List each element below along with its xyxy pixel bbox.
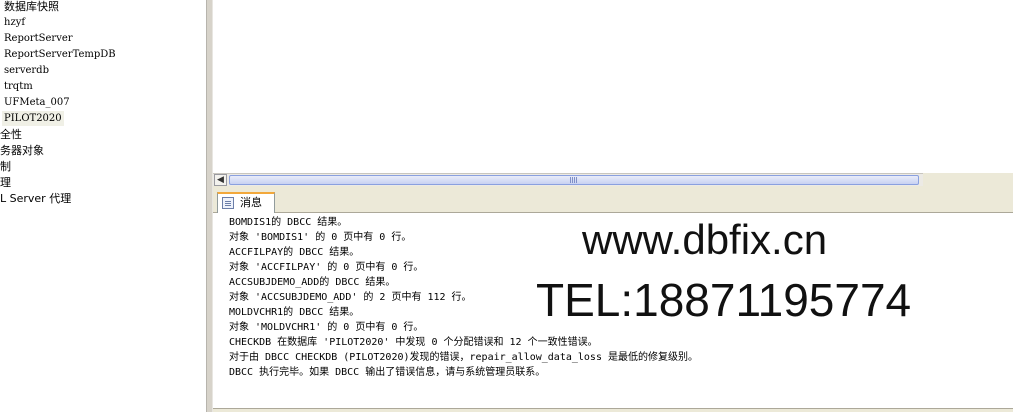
scrollbar-thumb[interactable] <box>229 175 919 185</box>
pane-splitter[interactable] <box>206 0 213 412</box>
horizontal-scrollbar[interactable]: ◀ <box>213 173 923 186</box>
message-icon <box>222 197 234 209</box>
tab-label: 消息 <box>240 196 262 209</box>
tree-node-database[interactable]: hzyf <box>4 15 25 30</box>
watermark-url: www.dbfix.cn <box>582 216 828 263</box>
message-line: 对象 'ACCSUBJDEMO_ADD' 的 2 页中有 112 行。 <box>229 292 472 303</box>
object-explorer: 数据库快照 hzyf ReportServer ReportServerTemp… <box>0 0 206 412</box>
message-line: BOMDIS1的 DBCC 结果。 <box>229 217 348 228</box>
tree-node-sql-server-agent[interactable]: L Server 代理 <box>0 191 71 206</box>
tree-node-database[interactable]: ReportServerTempDB <box>4 47 116 62</box>
tree-node-database[interactable]: trqtm <box>4 79 33 94</box>
tree-node-security[interactable]: 全性 <box>0 127 22 142</box>
tree-node-database[interactable]: serverdb <box>4 63 49 78</box>
tree-node-database-snapshots[interactable]: 数据库快照 <box>4 0 59 14</box>
grip-icon <box>570 177 578 183</box>
chevron-left-icon[interactable]: ◀ <box>214 174 227 186</box>
tree-node-database-selected[interactable]: PILOT2020 <box>2 111 64 126</box>
scrollbar-corner <box>923 173 1013 186</box>
query-editor[interactable] <box>213 0 1013 173</box>
tree-node-replication[interactable]: 制 <box>0 159 11 174</box>
tree-node-database[interactable]: UFMeta_007 <box>4 95 70 110</box>
message-line: MOLDVCHR1的 DBCC 结果。 <box>229 307 360 318</box>
message-line: 对于由 DBCC CHECKDB (PILOT2020)发现的错误，repair… <box>229 352 698 363</box>
message-line: ACCFILPAY的 DBCC 结果。 <box>229 247 360 258</box>
message-line: 对象 'ACCFILPAY' 的 0 页中有 0 行。 <box>229 262 424 273</box>
tree-node-management[interactable]: 理 <box>0 175 11 190</box>
tree-node-database[interactable]: ReportServer <box>4 31 73 46</box>
watermark-tel: TEL:18871195774 <box>536 274 912 326</box>
results-tab-strip: 消息 <box>213 186 1013 213</box>
message-line: 对象 'MOLDVCHR1' 的 0 页中有 0 行。 <box>229 322 424 333</box>
tree-node-server-objects[interactable]: 务器对象 <box>0 143 44 158</box>
message-line: DBCC 执行完毕。如果 DBCC 输出了错误信息，请与系统管理员联系。 <box>229 367 546 378</box>
message-line: 对象 'BOMDIS1' 的 0 页中有 0 行。 <box>229 232 412 243</box>
status-edge <box>213 408 1013 412</box>
message-line: CHECKDB 在数据库 'PILOT2020' 中发现 0 个分配错误和 12… <box>229 337 598 348</box>
message-line: ACCSUBJDEMO_ADD的 DBCC 结果。 <box>229 277 396 288</box>
tab-messages[interactable]: 消息 <box>217 192 275 213</box>
